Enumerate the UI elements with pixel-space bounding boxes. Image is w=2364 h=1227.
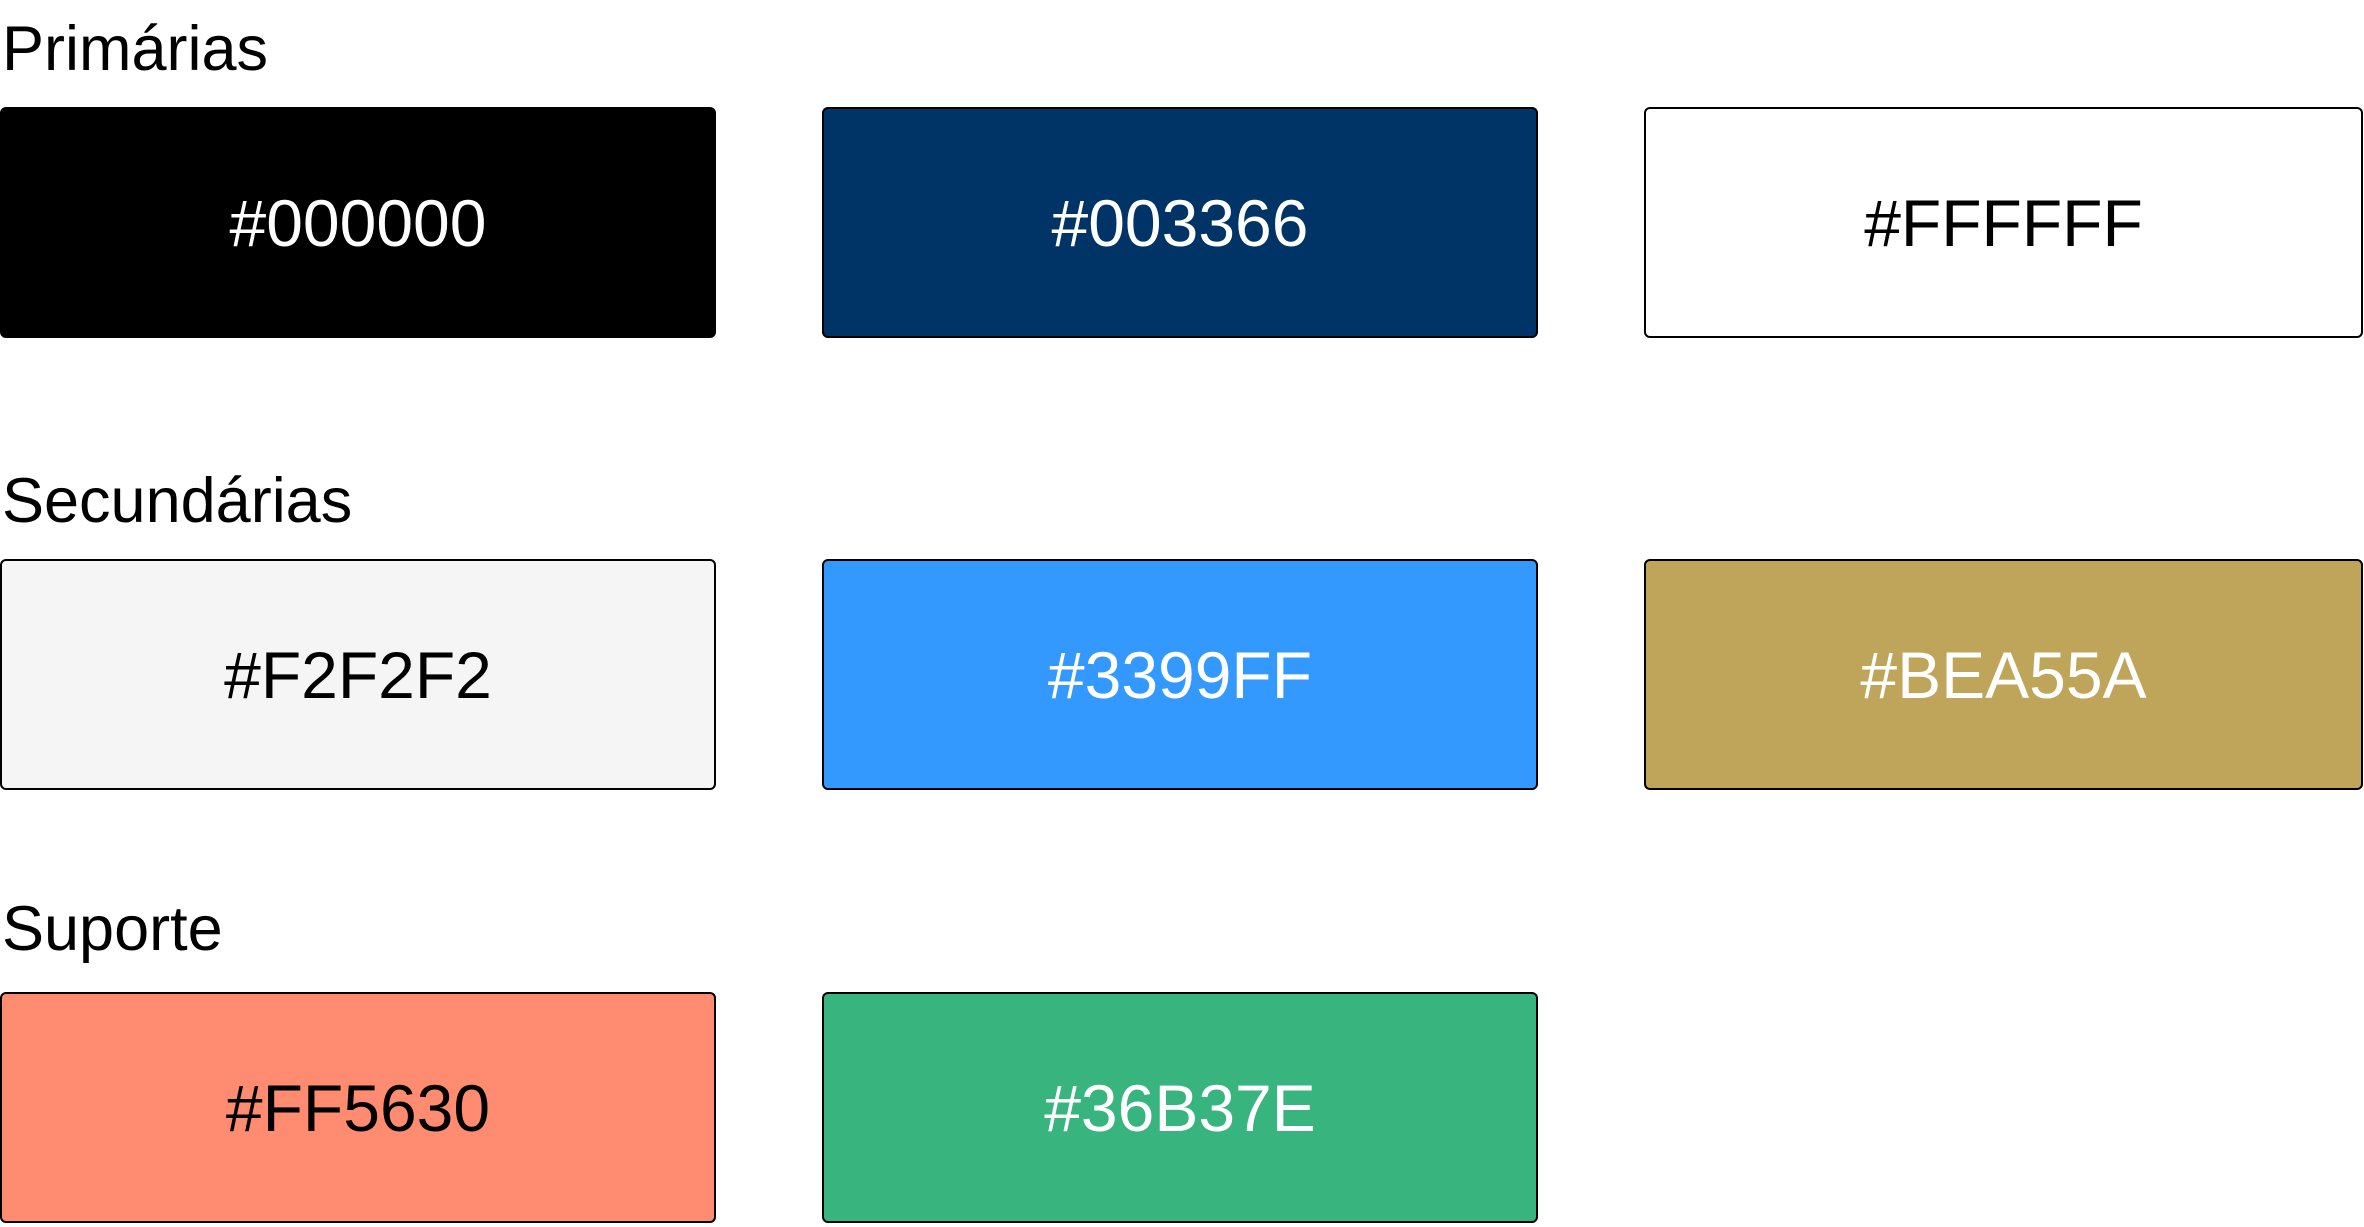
section-title-primarias: Primárias — [2, 14, 269, 84]
swatch-label: #FFFFFF — [1864, 185, 2143, 260]
swatch-label: #3399FF — [1047, 637, 1313, 712]
swatch-support-coral: #FF5630 — [0, 992, 716, 1223]
swatch-support-green: #36B37E — [822, 992, 1538, 1223]
swatch-label: #BEA55A — [1860, 637, 2147, 712]
swatch-secondary-blue: #3399FF — [822, 559, 1538, 790]
section-title-suporte: Suporte — [2, 894, 223, 964]
swatch-label: #003366 — [1051, 185, 1309, 260]
section-title-secundarias: Secundárias — [2, 466, 353, 536]
swatch-label: #F2F2F2 — [224, 637, 492, 712]
swatch-primary-black: #000000 — [0, 107, 716, 338]
swatch-secondary-light-gray: #F2F2F2 — [0, 559, 716, 790]
swatch-primary-white: #FFFFFF — [1644, 107, 2363, 338]
swatch-label: #36B37E — [1044, 1070, 1316, 1145]
swatch-primary-navy: #003366 — [822, 107, 1538, 338]
swatch-label: #FF5630 — [225, 1070, 491, 1145]
swatch-secondary-gold: #BEA55A — [1644, 559, 2363, 790]
swatch-label: #000000 — [229, 185, 487, 260]
